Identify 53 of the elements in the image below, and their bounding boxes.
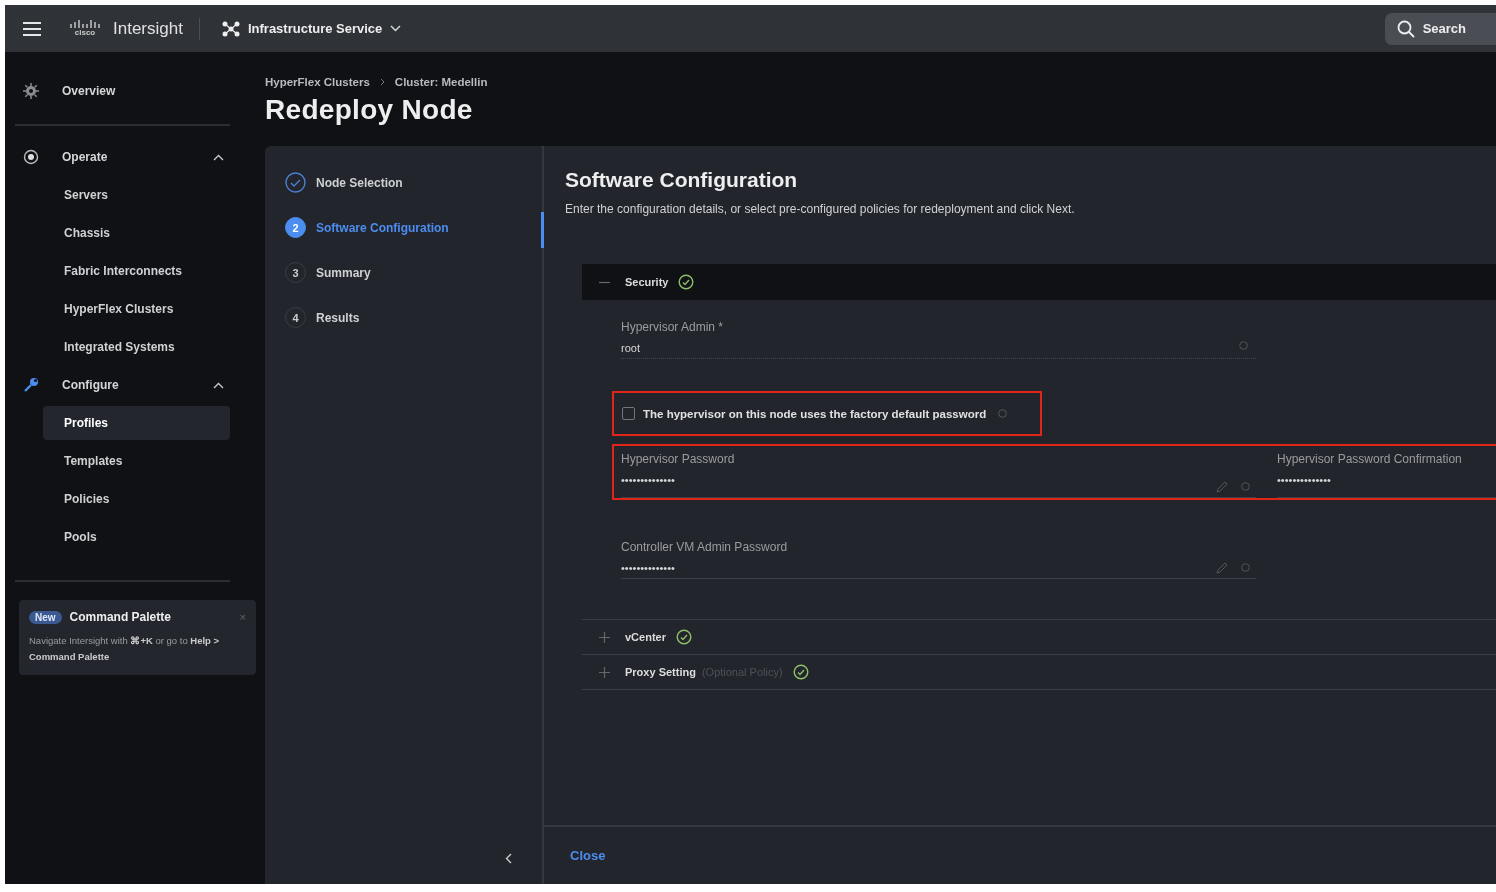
nav-item[interactable]: Overview — [15, 72, 230, 110]
password-field[interactable]: Hypervisor Password •••••••••••••• — [621, 452, 1256, 498]
nav-item[interactable]: Operate — [15, 138, 230, 176]
plus-icon — [599, 631, 610, 643]
gear-icon — [23, 83, 39, 99]
nav-item[interactable]: Servers — [43, 178, 230, 212]
nav-item[interactable]: Policies — [43, 482, 230, 516]
logo-text: cisco — [74, 29, 96, 37]
accordion-header[interactable]: vCenter — [582, 620, 1496, 655]
wizard-step[interactable]: 3 Summary — [285, 262, 542, 283]
nav-item[interactable]: HyperFlex Clusters — [43, 292, 230, 326]
text-field[interactable]: Hypervisor Admin * root — [621, 320, 1256, 359]
breadcrumb-current: Cluster: Medellin — [394, 76, 488, 88]
chevron-left-icon[interactable] — [505, 853, 512, 864]
new-badge: New — [29, 610, 62, 624]
plus-icon — [599, 666, 610, 678]
nav-item[interactable]: Integrated Systems — [43, 330, 230, 364]
target-icon — [23, 149, 39, 165]
chevron-right-icon — [379, 78, 385, 86]
menu-icon[interactable] — [23, 21, 41, 36]
wizard-step[interactable]: Node Selection — [285, 172, 542, 193]
search-icon — [1396, 19, 1415, 38]
accordion-title: Security — [625, 276, 669, 288]
chevron-down-icon — [390, 25, 402, 32]
card-title: Command Palette — [69, 610, 172, 624]
accordion-header[interactable]: Security — [582, 264, 1496, 300]
accordion-title: vCenter — [625, 631, 666, 643]
page-title: Redeploy Node — [265, 93, 474, 127]
card-text: Navigate Intersight with ⌘+K or go to Help > Command Palette — [29, 634, 221, 664]
accordion-title: Proxy Setting — [625, 666, 696, 678]
section-title: Software Configuration — [565, 167, 799, 193]
password-field[interactable]: Hypervisor Password Confirmation •••••••••••••• — [1277, 452, 1496, 498]
check-circle-icon — [285, 172, 306, 193]
section-description: Enter the configuration details, or select pre-configured policies for redeployment and click Next. — [565, 202, 1076, 216]
nav-item[interactable]: Profiles — [43, 406, 230, 440]
nav-item[interactable]: Templates — [43, 444, 230, 478]
close-button[interactable]: Close — [570, 848, 606, 863]
product-name: Intersight — [113, 18, 183, 39]
nav-item[interactable]: Pools — [43, 520, 230, 554]
logo-bars-icon — [69, 20, 101, 28]
wrench-icon — [23, 377, 39, 393]
network-nodes-icon — [221, 20, 240, 37]
step-number: 2 — [285, 217, 306, 238]
nav-item[interactable]: Chassis — [43, 216, 230, 250]
service-switcher[interactable]: Infrastructure Service — [221, 20, 402, 37]
nav-item[interactable]: Configure — [15, 366, 230, 404]
breadcrumb-link[interactable]: HyperFlex Clusters — [265, 76, 370, 88]
wizard-step[interactable]: 2 Software Configuration — [285, 217, 542, 238]
wizard-step[interactable]: 4 Results — [285, 307, 542, 328]
search-button[interactable]: Search — [1384, 12, 1496, 45]
nav-item[interactable]: Fabric Interconnects — [43, 254, 230, 288]
checkbox[interactable]: The hypervisor on this node uses the factory default password — [622, 407, 987, 420]
password-field[interactable]: Controller VM Admin Password •••••••••••••• — [621, 540, 1256, 579]
